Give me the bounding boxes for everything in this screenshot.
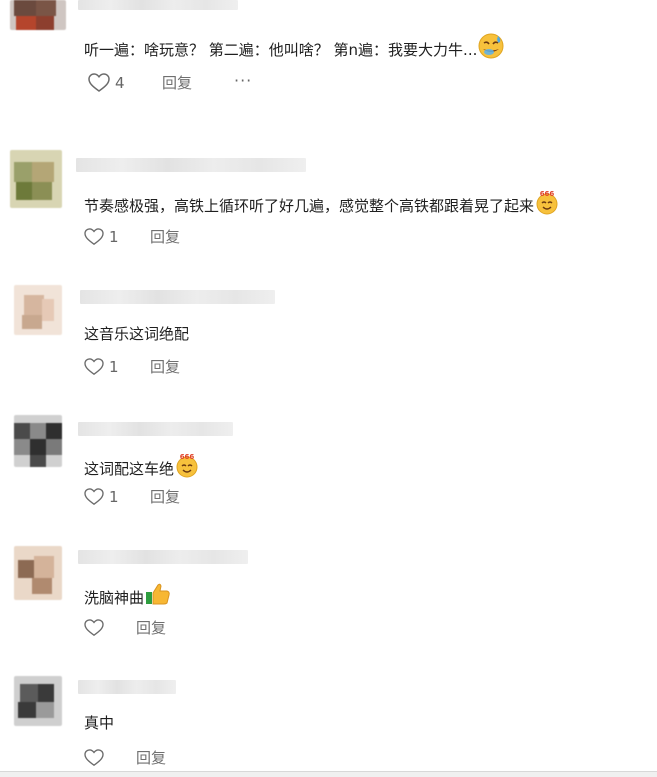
comment-actions: 4 回复 ··· — [88, 72, 288, 94]
reply-button[interactable]: 回复 — [162, 72, 192, 94]
666-emoji: 666 — [535, 189, 559, 220]
svg-text:666: 666 — [180, 453, 195, 461]
like-button[interactable] — [84, 617, 109, 639]
username-redacted — [78, 680, 176, 694]
bottom-divider — [0, 771, 657, 777]
reply-button[interactable]: 回复 — [150, 486, 180, 508]
heart-icon — [84, 488, 104, 506]
comment-item: 这词配这车绝 666 1 回复 — [0, 405, 657, 525]
like-count: 1 — [109, 228, 119, 246]
sweat-smile-emoji — [478, 33, 504, 64]
comment-actions: 1 回复 — [84, 486, 224, 508]
heart-icon — [84, 749, 104, 767]
avatar[interactable] — [14, 676, 62, 726]
reply-button[interactable]: 回复 — [150, 226, 180, 248]
comment-item: 听一遍：啥玩意？ 第二遍：他叫啥？ 第n遍：我要大力牛... 4 回复 ··· — [0, 0, 657, 130]
avatar[interactable] — [14, 415, 62, 467]
heart-icon — [84, 228, 104, 246]
heart-icon — [84, 358, 104, 376]
comment-text: 听一遍：啥玩意？ 第二遍：他叫啥？ 第n遍：我要大力牛... — [84, 33, 504, 66]
avatar[interactable] — [10, 0, 66, 30]
reply-button[interactable]: 回复 — [136, 747, 166, 769]
comment-text: 节奏感极强，高铁上循环听了好几遍，感觉整个高铁都跟着晃了起来 666 — [84, 189, 559, 222]
avatar[interactable] — [14, 285, 62, 335]
comment-text: 这音乐这词绝配 — [84, 325, 190, 343]
comment-actions: 回复 — [84, 747, 224, 769]
comment-text: 洗脑神曲 — [84, 582, 171, 613]
like-button[interactable]: 1 — [84, 356, 119, 378]
comment-actions: 1 回复 — [84, 226, 224, 248]
svg-text:666: 666 — [540, 190, 555, 198]
comment-actions: 1 回复 — [84, 356, 224, 378]
avatar[interactable] — [10, 150, 62, 208]
comment-text: 真中 — [84, 714, 115, 732]
like-button[interactable]: 1 — [84, 486, 119, 508]
comment-item: 这音乐这词绝配 1 回复 — [0, 275, 657, 395]
comment-list: 听一遍：啥玩意？ 第二遍：他叫啥？ 第n遍：我要大力牛... 4 回复 ··· … — [0, 0, 657, 777]
666-emoji: 666 — [175, 452, 199, 483]
like-count: 1 — [109, 488, 119, 506]
avatar[interactable] — [14, 546, 62, 600]
like-button[interactable]: 1 — [84, 226, 119, 248]
like-count: 1 — [109, 358, 119, 376]
username-redacted — [76, 158, 306, 172]
username-redacted — [80, 290, 275, 304]
heart-icon — [88, 73, 110, 92]
comment-item: 节奏感极强，高铁上循环听了好几遍，感觉整个高铁都跟着晃了起来 666 1 回复 — [0, 140, 657, 260]
reply-button[interactable]: 回复 — [136, 617, 166, 639]
more-options-button[interactable]: ··· — [234, 72, 252, 90]
username-redacted — [78, 422, 233, 436]
comment-item: 真中 回复 — [0, 668, 657, 771]
username-redacted — [78, 550, 248, 564]
comment-text: 这词配这车绝 666 — [84, 452, 199, 485]
comment-actions: 回复 — [84, 617, 224, 639]
reply-button[interactable]: 回复 — [150, 356, 180, 378]
username-redacted — [78, 0, 238, 10]
like-button[interactable] — [84, 747, 109, 769]
like-button[interactable]: 4 — [88, 72, 125, 94]
comment-item: 洗脑神曲 回复 — [0, 538, 657, 658]
thumbs-up-emoji — [145, 582, 171, 611]
heart-icon — [84, 619, 104, 637]
like-count: 4 — [115, 74, 125, 92]
